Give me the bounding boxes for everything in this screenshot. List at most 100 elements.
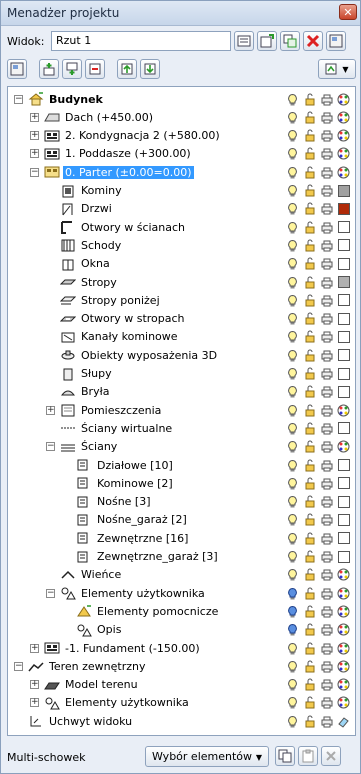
tree-item[interactable]: Obiekty wyposażenia 3D xyxy=(46,346,219,364)
color-palette-icon[interactable] xyxy=(335,586,352,600)
lock-icon[interactable] xyxy=(301,312,318,326)
color-swatch[interactable] xyxy=(335,202,352,216)
tree-item[interactable]: Wieńce xyxy=(46,566,123,584)
tree-item[interactable]: Zewnętrzne [16] xyxy=(62,529,190,547)
lock-icon[interactable] xyxy=(301,385,318,399)
lock-icon[interactable] xyxy=(301,165,318,179)
lock-icon[interactable] xyxy=(301,495,318,509)
tree-item[interactable]: Ściany wirtualne xyxy=(46,419,174,437)
lock-icon[interactable] xyxy=(301,293,318,307)
tree-item[interactable]: − Budynek xyxy=(14,90,105,108)
color-palette-icon[interactable] xyxy=(335,696,352,710)
tree-item[interactable]: +1. Poddasze (+300.00) xyxy=(30,145,193,163)
visibility-bulb-icon[interactable] xyxy=(284,330,301,344)
tree-item[interactable]: Drzwi xyxy=(46,200,114,218)
visibility-bulb-icon[interactable] xyxy=(284,110,301,124)
visibility-bulb-icon[interactable] xyxy=(284,678,301,692)
color-palette-icon[interactable] xyxy=(335,623,352,637)
color-swatch[interactable] xyxy=(335,531,352,545)
lock-icon[interactable] xyxy=(301,550,318,564)
visibility-bulb-icon[interactable] xyxy=(284,403,301,417)
visibility-bulb-icon[interactable] xyxy=(284,165,301,179)
lock-icon[interactable] xyxy=(301,568,318,582)
color-swatch[interactable] xyxy=(335,330,352,344)
lock-icon[interactable] xyxy=(301,330,318,344)
color-swatch[interactable] xyxy=(335,421,352,435)
print-icon[interactable] xyxy=(318,550,335,564)
view-select[interactable]: Rzut 1 xyxy=(51,31,231,51)
color-palette-icon[interactable] xyxy=(335,568,352,582)
lock-icon[interactable] xyxy=(301,604,318,618)
lock-icon[interactable] xyxy=(301,238,318,252)
tree-item[interactable]: Zewnętrzne_garaż [3] xyxy=(62,548,220,566)
lock-icon[interactable] xyxy=(301,92,318,106)
print-icon[interactable] xyxy=(318,293,335,307)
print-icon[interactable] xyxy=(318,440,335,454)
tree-item[interactable]: Otwory w ścianach xyxy=(46,218,187,236)
copy-view-button[interactable] xyxy=(280,31,300,51)
eraser-icon[interactable] xyxy=(335,714,352,728)
print-icon[interactable] xyxy=(318,568,335,582)
visibility-bulb-icon[interactable] xyxy=(284,275,301,289)
new-view-button[interactable] xyxy=(257,31,277,51)
lock-icon[interactable] xyxy=(301,513,318,527)
color-swatch[interactable] xyxy=(335,385,352,399)
visibility-bulb-icon[interactable] xyxy=(284,421,301,435)
lock-icon[interactable] xyxy=(301,220,318,234)
properties-button[interactable] xyxy=(7,59,27,79)
collapse-icon[interactable]: − xyxy=(30,167,39,177)
visibility-bulb-icon[interactable] xyxy=(284,312,301,326)
color-swatch[interactable] xyxy=(335,476,352,490)
color-palette-icon[interactable] xyxy=(335,129,352,143)
paste-button[interactable] xyxy=(298,746,318,766)
tree-item[interactable]: Kanały kominowe xyxy=(46,328,180,346)
visibility-bulb-icon[interactable] xyxy=(284,257,301,271)
color-palette-icon[interactable] xyxy=(335,403,352,417)
tree-item[interactable]: Opis xyxy=(62,621,123,639)
color-palette-icon[interactable] xyxy=(335,92,352,106)
tree-item[interactable]: − Ściany xyxy=(46,438,119,456)
expand-icon[interactable]: + xyxy=(30,643,39,653)
tree-item[interactable]: Uchwyt widoku xyxy=(14,712,134,730)
tree-item[interactable]: Otwory w stropach xyxy=(46,310,187,328)
print-icon[interactable] xyxy=(318,678,335,692)
tree-item[interactable]: +2. Kondygnacja 2 (+580.00) xyxy=(30,127,222,145)
tree-item[interactable]: − Elementy użytkownika xyxy=(46,584,207,602)
collapse-icon[interactable]: − xyxy=(14,661,23,671)
visibility-bulb-icon[interactable] xyxy=(284,129,301,143)
lock-icon[interactable] xyxy=(301,476,318,490)
visibility-bulb-icon[interactable] xyxy=(284,367,301,381)
tree-item[interactable]: + Dach (+450.00) xyxy=(30,108,155,126)
tree-item[interactable]: Kominy xyxy=(46,182,124,200)
lock-icon[interactable] xyxy=(301,367,318,381)
collapse-icon[interactable]: − xyxy=(14,94,23,104)
lock-icon[interactable] xyxy=(301,202,318,216)
lock-icon[interactable] xyxy=(301,110,318,124)
print-icon[interactable] xyxy=(318,312,335,326)
print-icon[interactable] xyxy=(318,238,335,252)
print-icon[interactable] xyxy=(318,330,335,344)
tree-item[interactable]: + -1. Fundament (-150.00) xyxy=(30,639,202,657)
lock-icon[interactable] xyxy=(301,275,318,289)
color-swatch[interactable] xyxy=(335,495,352,509)
visibility-bulb-icon[interactable] xyxy=(284,696,301,710)
print-icon[interactable] xyxy=(318,92,335,106)
visibility-bulb-icon[interactable] xyxy=(284,348,301,362)
expand-icon[interactable]: + xyxy=(30,149,39,159)
tree-item[interactable]: Schody xyxy=(46,236,123,254)
visibility-bulb-icon[interactable] xyxy=(284,550,301,564)
color-palette-icon[interactable] xyxy=(335,678,352,692)
tree-item[interactable]: Nośne [3] xyxy=(62,493,153,511)
expand-icon[interactable]: + xyxy=(30,698,39,708)
visibility-bulb-icon[interactable] xyxy=(284,202,301,216)
visibility-bulb-icon[interactable] xyxy=(284,238,301,252)
print-icon[interactable] xyxy=(318,403,335,417)
visibility-bulb-icon[interactable] xyxy=(284,568,301,582)
lock-icon[interactable] xyxy=(301,714,318,728)
print-icon[interactable] xyxy=(318,604,335,618)
tree-item[interactable]: Okna xyxy=(46,255,112,273)
lock-icon[interactable] xyxy=(301,129,318,143)
color-swatch[interactable] xyxy=(335,550,352,564)
print-icon[interactable] xyxy=(318,513,335,527)
color-palette-icon[interactable] xyxy=(335,165,352,179)
